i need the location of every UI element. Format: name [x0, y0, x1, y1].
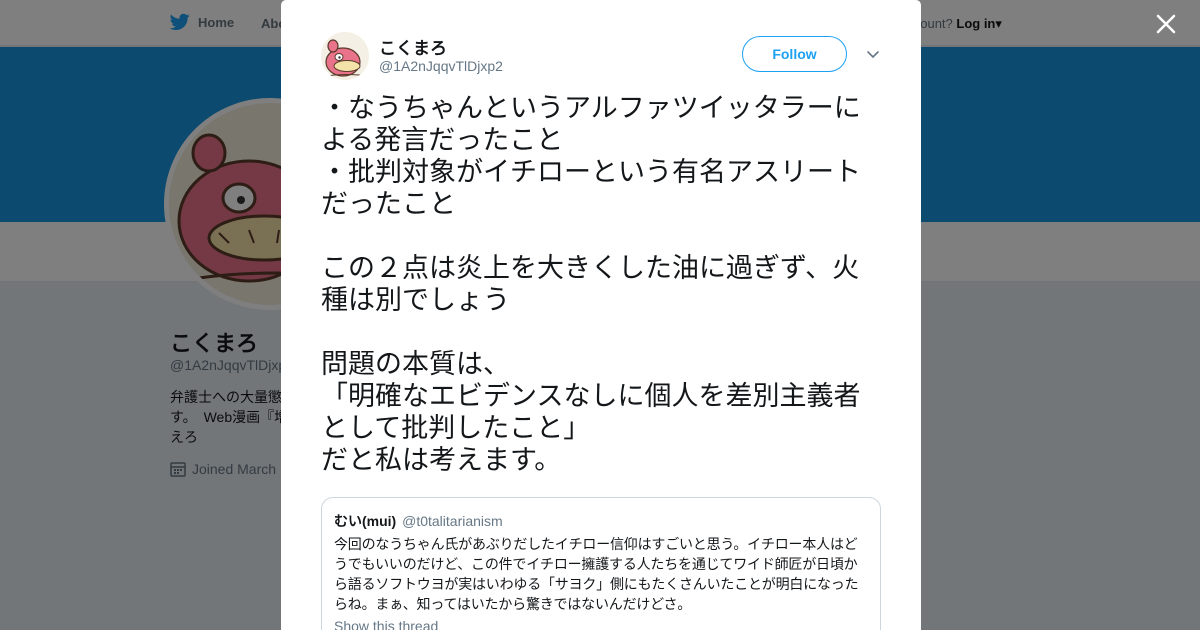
- quoted-tweet[interactable]: むい(mui) @t0talitarianism 今回のなうちゃん氏があぶりだし…: [321, 497, 881, 630]
- follow-button[interactable]: Follow: [742, 36, 847, 72]
- author-name[interactable]: こくまろ: [379, 34, 447, 59]
- chevron-down-icon: [867, 51, 879, 59]
- quoted-tweet-text: 今回のなうちゃん氏があぶりだしたイチロー信仰はすごいと思う。イチロー本人はどうで…: [334, 537, 859, 613]
- tweet-options-button[interactable]: [865, 47, 881, 63]
- slowpoke-avatar-icon: [321, 32, 369, 80]
- close-modal-button[interactable]: [1150, 8, 1182, 40]
- tweet-text: ・なうちゃんというアルファツイッタラーによる発言だったこと ・批判対象がイチロー…: [321, 93, 861, 476]
- tweet-modal: こくまろ @1A2nJqqvTlDjxp2 Follow ・なうちゃんというアル…: [281, 0, 921, 630]
- quoted-author-name: むい(mui): [334, 513, 397, 529]
- quoted-author-handle: @t0talitarianism: [402, 513, 503, 529]
- author-avatar[interactable]: [321, 32, 369, 80]
- quoted-tweet-header: むい(mui) @t0talitarianism: [334, 511, 868, 531]
- author-handle[interactable]: @1A2nJqqvTlDjxp2: [379, 58, 503, 74]
- close-icon: [1156, 14, 1176, 34]
- show-thread-link[interactable]: Show this thread: [334, 618, 868, 630]
